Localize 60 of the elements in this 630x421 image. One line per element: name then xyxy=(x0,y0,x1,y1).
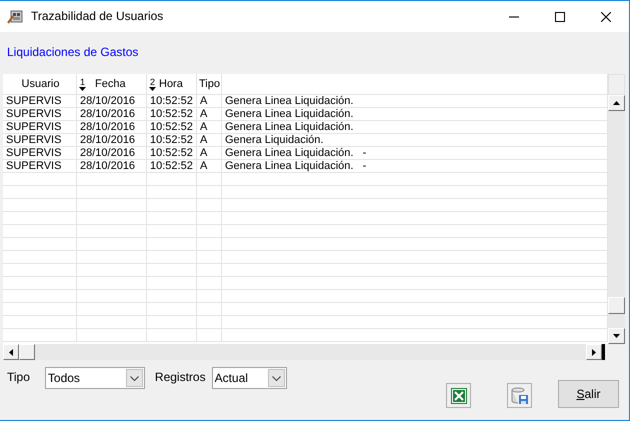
scrollbar-thumb[interactable] xyxy=(19,344,35,360)
table-cell: 28/10/2016 xyxy=(77,121,147,134)
table-cell: 10:52:52 xyxy=(147,108,197,120)
sort-descending-icon xyxy=(149,86,156,91)
sort-order: 2 xyxy=(150,78,155,87)
chevron-down-icon xyxy=(130,376,139,381)
column-label: Fecha xyxy=(95,78,126,90)
spreadsheet-icon xyxy=(450,388,466,404)
table-cell: SUPERVIS xyxy=(3,134,77,146)
window-title: Trazabilidad de Usuarios xyxy=(31,10,164,24)
table-cell: 10:52:52 xyxy=(147,147,197,160)
filter-label: Registros xyxy=(154,371,206,384)
table-cell: A xyxy=(197,108,222,120)
table-cell: A xyxy=(197,147,222,160)
scroll-left-button[interactable] xyxy=(3,344,19,360)
table-cell: SUPERVIS xyxy=(3,108,77,120)
column-header[interactable]: Usuario xyxy=(3,74,77,94)
table-cell: 10:52:52 xyxy=(147,134,197,146)
app-icon xyxy=(7,10,23,24)
sort-order: 1 xyxy=(80,78,85,87)
chevron-down-icon xyxy=(272,376,281,381)
section-link[interactable]: Liquidaciones de Gastos xyxy=(7,46,138,60)
table-cell: A xyxy=(197,121,222,134)
table-cell: 28/10/2016 xyxy=(77,134,147,146)
table-cell: 28/10/2016 xyxy=(77,160,147,172)
column-label: Hora xyxy=(159,78,183,90)
save-button[interactable] xyxy=(507,383,532,408)
maximize-icon xyxy=(555,12,565,22)
right-arrow-icon xyxy=(592,348,596,356)
scrollbar-thumb[interactable] xyxy=(608,297,625,314)
left-arrow-icon xyxy=(9,348,13,356)
table-cell: 10:52:52 xyxy=(147,121,197,134)
table-cell: SUPERVIS xyxy=(3,95,77,108)
dropdown[interactable]: Todos xyxy=(44,367,145,390)
column-header[interactable]: 2 Hora xyxy=(147,74,197,94)
dropdown[interactable]: Actual xyxy=(212,367,287,390)
table-cell: SUPERVIS xyxy=(3,160,77,172)
column-header[interactable]: 1 Fecha xyxy=(77,74,147,94)
down-arrow-icon xyxy=(613,334,620,338)
scroll-right-button[interactable] xyxy=(586,344,602,360)
exit-button[interactable]: Salir xyxy=(558,380,619,408)
table-cell: A xyxy=(197,160,222,172)
scroll-up-button[interactable] xyxy=(608,95,625,112)
table-cell: SUPERVIS xyxy=(3,121,77,134)
column-header[interactable]: Tipo xyxy=(197,74,222,94)
table-cell: SUPERVIS xyxy=(3,147,77,160)
table-cell: 28/10/2016 xyxy=(77,95,147,108)
database-save-icon xyxy=(510,386,528,405)
table-cell: A xyxy=(197,134,222,146)
sort-descending-icon xyxy=(79,86,86,91)
table-cell: 28/10/2016 xyxy=(77,108,147,120)
up-arrow-icon xyxy=(613,101,620,106)
table-cell: 28/10/2016 xyxy=(77,147,147,160)
table-cell: 10:52:52 xyxy=(147,95,197,108)
table-cell: A xyxy=(197,95,222,108)
filter-label: Tipo xyxy=(7,371,30,384)
scroll-down-button[interactable] xyxy=(608,328,625,344)
close-icon xyxy=(601,12,611,22)
export-spreadsheet-button[interactable] xyxy=(446,383,471,408)
table-cell: 10:52:52 xyxy=(147,160,197,172)
